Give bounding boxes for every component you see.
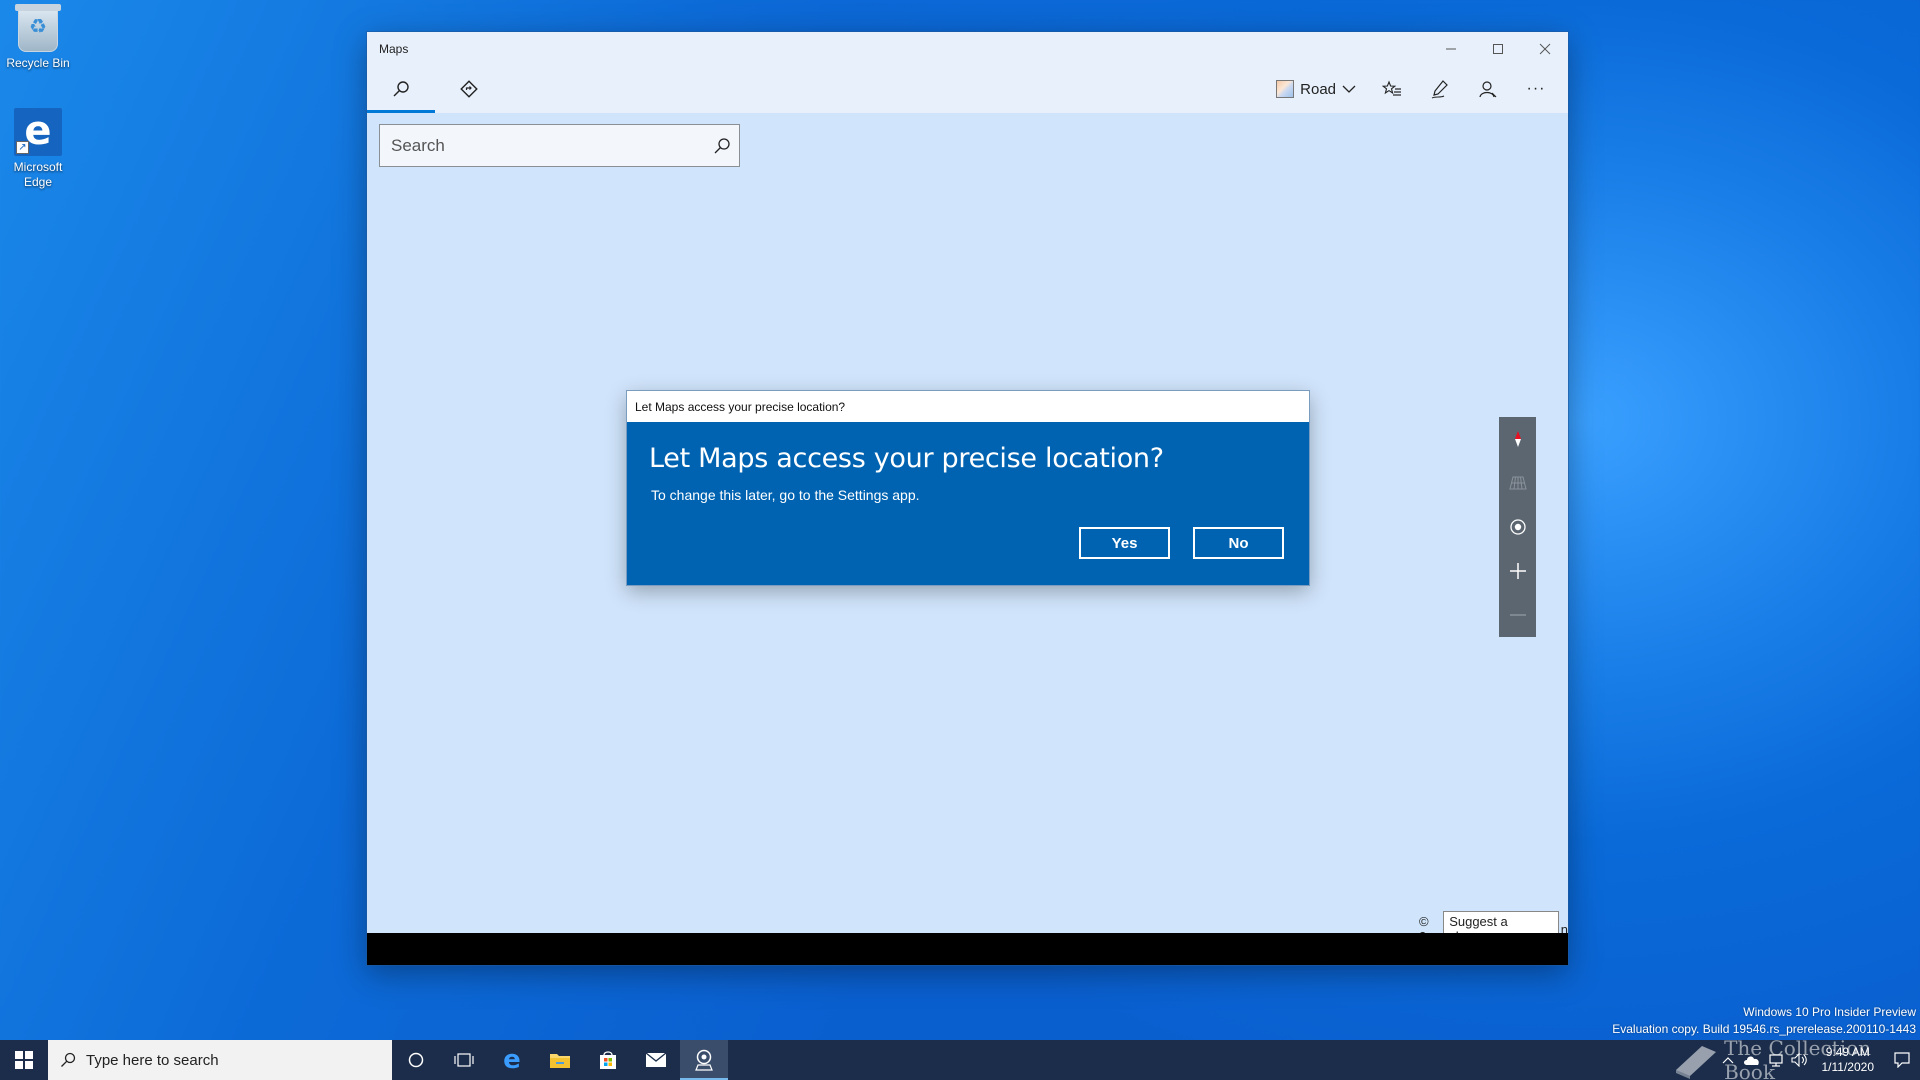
store-icon xyxy=(600,1051,616,1069)
pen-icon xyxy=(1431,80,1448,99)
taskbar-clock[interactable]: 9:49 AM 1/11/2020 xyxy=(1812,1045,1885,1075)
show-hidden-icons-button[interactable] xyxy=(1716,1040,1740,1080)
favorites-button[interactable] xyxy=(1368,65,1416,113)
watermark-line-2: Evaluation copy. Build 19546.rs_prerelea… xyxy=(1612,1022,1916,1036)
chevron-up-icon xyxy=(1722,1057,1733,1064)
locate-me-button[interactable] xyxy=(1499,505,1536,549)
taskbar-maps-button[interactable] xyxy=(680,1040,728,1080)
clock-time: 9:49 AM xyxy=(1825,1045,1870,1059)
maximize-icon xyxy=(1492,43,1503,54)
cortana-icon xyxy=(408,1052,424,1068)
dialog-title-bar: Let Maps access your precise location? xyxy=(627,391,1309,422)
windows-watermark: Windows 10 Pro Insider Preview Evaluatio… xyxy=(1612,1004,1916,1038)
desktop-icon-recycle-bin[interactable]: ♻ Recycle Bin xyxy=(0,4,76,71)
clock-date: 1/11/2020 xyxy=(1821,1060,1875,1074)
folder-icon xyxy=(550,1054,570,1068)
cloud-icon xyxy=(1743,1056,1759,1065)
map-bottom-bar xyxy=(367,933,1568,965)
maximize-button[interactable] xyxy=(1474,32,1521,65)
compass-icon xyxy=(1514,431,1521,447)
system-tray: 9:49 AM 1/11/2020 xyxy=(1716,1040,1920,1080)
more-icon: ··· xyxy=(1526,80,1546,97)
taskbar-search-placeholder: Type here to search xyxy=(86,1051,219,1069)
taskbar-edge-button[interactable]: e xyxy=(488,1040,536,1080)
taskbar-store-button[interactable] xyxy=(584,1040,632,1080)
close-icon xyxy=(1539,43,1550,54)
network-button[interactable] xyxy=(1764,1040,1788,1080)
search-icon xyxy=(61,1052,76,1067)
notification-icon xyxy=(1894,1052,1910,1068)
desktop-icon-label: Microsoft Edge xyxy=(13,160,63,189)
toolbar-right: Road ··· xyxy=(1264,65,1568,113)
search-input[interactable] xyxy=(380,135,705,156)
desktop-icon-microsoft-edge[interactable]: e ↗ Microsoft Edge xyxy=(0,108,76,190)
chevron-down-icon xyxy=(1342,85,1356,93)
mail-icon xyxy=(645,1052,667,1067)
directions-icon xyxy=(460,80,478,98)
window-title: Maps xyxy=(379,41,409,56)
zoom-in-icon xyxy=(1509,563,1526,579)
title-bar[interactable]: Maps xyxy=(367,32,1568,65)
task-view-icon xyxy=(454,1053,474,1067)
tab-search[interactable] xyxy=(367,65,435,113)
volume-button[interactable] xyxy=(1788,1040,1812,1080)
start-button[interactable] xyxy=(0,1040,48,1080)
maps-icon xyxy=(695,1049,713,1071)
search-icon xyxy=(714,137,730,153)
dialog-heading: Let Maps access your precise location? xyxy=(649,443,1164,474)
ink-button[interactable] xyxy=(1416,65,1464,113)
taskbar-mail-button[interactable] xyxy=(632,1040,680,1080)
taskbar-file-explorer-button[interactable] xyxy=(536,1040,584,1080)
compass-button[interactable] xyxy=(1499,417,1536,461)
desktop-icon-label: Recycle Bin xyxy=(6,56,70,70)
tab-directions[interactable] xyxy=(435,65,503,113)
person-icon xyxy=(1479,81,1497,98)
onedrive-button[interactable] xyxy=(1740,1040,1764,1080)
taskbar-search-box[interactable]: Type here to search xyxy=(48,1040,392,1080)
search-box xyxy=(379,124,740,167)
tilt-icon xyxy=(1508,476,1527,490)
edge-icon: e xyxy=(503,1045,521,1075)
cortana-button[interactable] xyxy=(392,1040,440,1080)
search-icon xyxy=(393,81,409,97)
account-button[interactable] xyxy=(1464,65,1512,113)
watermark-line-1: Windows 10 Pro Insider Preview xyxy=(1743,1005,1916,1019)
edge-icon: e ↗ xyxy=(14,108,62,156)
taskbar: Type here to search e 9:49 AM 1/11/2020 xyxy=(0,1040,1920,1080)
recycle-bin-icon: ♻ xyxy=(15,4,61,52)
zoom-out-button[interactable] xyxy=(1499,593,1536,637)
search-submit-button[interactable] xyxy=(705,125,739,166)
map-style-label: Road xyxy=(1300,80,1336,98)
location-permission-dialog: Let Maps access your precise location? L… xyxy=(627,391,1309,585)
map-style-dropdown[interactable]: Road xyxy=(1264,65,1368,113)
action-center-button[interactable] xyxy=(1884,1040,1920,1080)
locate-icon xyxy=(1509,519,1526,535)
tilt-button[interactable] xyxy=(1499,461,1536,505)
map-controls xyxy=(1499,417,1536,637)
toolbar: Road ··· xyxy=(367,65,1568,113)
favorites-icon xyxy=(1382,80,1401,96)
more-button[interactable]: ··· xyxy=(1512,65,1560,113)
network-icon xyxy=(1768,1054,1783,1067)
zoom-in-button[interactable] xyxy=(1499,549,1536,593)
zoom-out-icon xyxy=(1509,614,1526,616)
close-button[interactable] xyxy=(1521,32,1568,65)
task-view-button[interactable] xyxy=(440,1040,488,1080)
speaker-icon xyxy=(1790,1053,1807,1067)
yes-button[interactable]: Yes xyxy=(1079,527,1170,559)
no-button[interactable]: No xyxy=(1193,527,1284,559)
dialog-body: To change this later, go to the Settings… xyxy=(651,487,920,503)
map-style-thumbnail xyxy=(1276,80,1295,98)
windows-logo-icon xyxy=(15,1051,33,1069)
minimize-button[interactable] xyxy=(1427,32,1474,65)
minimize-icon xyxy=(1445,48,1456,49)
